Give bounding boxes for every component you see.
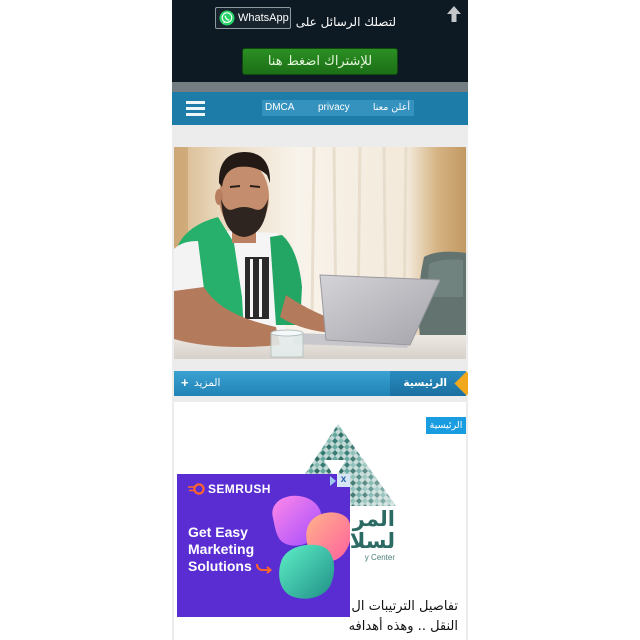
subscribe-button[interactable]: للإشتراك اضغط هنا [242,48,398,75]
semrush-ad[interactable]: SEMRUSH Get Easy Marketing Solutions x [177,474,350,617]
plus-icon: + [181,375,189,390]
more-menu-button[interactable]: + المزيد [174,371,390,396]
nav-link-dmca[interactable]: DMCA [265,100,294,116]
arrow-up-icon[interactable] [446,5,462,23]
banner-divider [172,82,468,92]
adchoices-icon[interactable] [330,476,336,486]
logo-text-line-1: المر [352,507,395,531]
ad-headline-line-2: Marketing [188,541,255,557]
article-title-line-2[interactable]: النقل .. وهذه أهدافه [349,617,458,636]
more-label: المزيد [194,377,221,389]
hamburger-icon[interactable] [186,101,205,116]
nav-link-advertise[interactable]: أعلن معنا [366,100,410,116]
ad-brand-name: SEMRUSH [208,482,271,496]
water-glass [270,329,304,358]
semrush-flame-icon [188,483,205,495]
ad-blob-teal [279,544,335,599]
hero-photo[interactable] [174,147,466,359]
logo-text-line-2: لسلا [349,529,395,553]
ad-close-button[interactable]: x [337,474,350,487]
ad-headline-line-3: Solutions [188,558,252,574]
curved-arrow-icon [256,563,273,574]
category-badge[interactable]: الرئيسية [426,417,466,434]
banner-message: لتصلك الرسائل على [295,15,396,29]
home-label: الرئيسية [403,377,447,389]
logo-text-line-3: y Center [364,553,395,562]
article-title-line-1[interactable]: تفاصيل الترتيبات ال [351,597,458,616]
whatsapp-icon [219,10,235,26]
ad-headline-line-1: Get Easy [188,524,248,540]
category-bar: + المزيد الرئيسية [174,371,468,396]
nav-link-privacy[interactable]: privacy [318,100,350,116]
